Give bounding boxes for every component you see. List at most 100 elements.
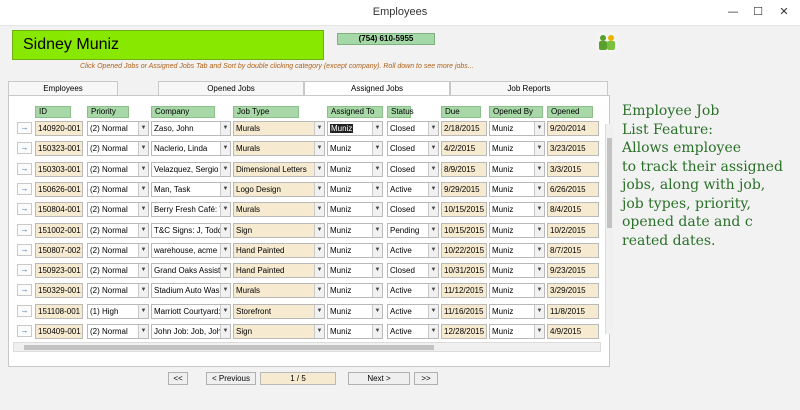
- chevron-down-icon[interactable]: ▼: [534, 203, 544, 217]
- chevron-down-icon[interactable]: ▼: [314, 162, 324, 176]
- cell-assigned-to[interactable]: Muniz ▼: [327, 141, 383, 157]
- column-header-company[interactable]: Company: [151, 106, 215, 118]
- chevron-down-icon[interactable]: ▼: [372, 304, 382, 318]
- cell-status[interactable]: Active ▼: [387, 181, 439, 197]
- chevron-down-icon[interactable]: ▼: [428, 223, 438, 237]
- table-row[interactable]: → 150323-001 (2) Normal ▼ Naclerio, Linda ▼ Mu…: [15, 139, 605, 159]
- cell-opened-by[interactable]: Muniz ▼: [489, 324, 545, 339]
- cell-priority[interactable]: (1) High ▼: [87, 303, 149, 319]
- chevron-down-icon[interactable]: ▼: [138, 223, 148, 237]
- chevron-down-icon[interactable]: ▼: [314, 203, 324, 217]
- row-selector-icon[interactable]: →: [17, 284, 32, 297]
- chevron-down-icon[interactable]: ▼: [220, 203, 230, 217]
- close-button[interactable]: ✕: [773, 3, 795, 21]
- cell-job-type[interactable]: Storefront ▼: [233, 303, 325, 319]
- horizontal-scrollbar[interactable]: [13, 342, 601, 352]
- chevron-down-icon[interactable]: ▼: [314, 304, 324, 318]
- chevron-down-icon[interactable]: ▼: [372, 223, 382, 237]
- chevron-down-icon[interactable]: ▼: [314, 243, 324, 257]
- cell-id[interactable]: 140920-001: [35, 121, 83, 136]
- table-row[interactable]: → 150923-001 (2) Normal ▼ Grand Oaks Assiste…: [15, 261, 605, 281]
- row-selector-icon[interactable]: →: [17, 182, 32, 195]
- cell-opened-by[interactable]: Muniz ▼: [489, 141, 545, 157]
- cell-opened-by[interactable]: Muniz ▼: [489, 161, 545, 177]
- column-header-priority[interactable]: Priority: [87, 106, 129, 118]
- cell-priority[interactable]: (2) Normal ▼: [87, 263, 149, 279]
- column-header-job-type[interactable]: Job Type: [233, 106, 299, 118]
- cell-priority[interactable]: (2) Normal ▼: [87, 324, 149, 339]
- cell-job-type[interactable]: Hand Painted ▼: [233, 242, 325, 258]
- chevron-down-icon[interactable]: ▼: [428, 122, 438, 135]
- cell-due[interactable]: 10/15/2015: [441, 202, 487, 218]
- cell-priority[interactable]: (2) Normal ▼: [87, 161, 149, 177]
- cell-company[interactable]: Naclerio, Linda ▼: [151, 141, 231, 157]
- cell-opened-by[interactable]: Muniz ▼: [489, 202, 545, 218]
- cell-opened[interactable]: 4/9/2015: [547, 324, 599, 339]
- cell-due[interactable]: 10/15/2015: [441, 222, 487, 238]
- chevron-down-icon[interactable]: ▼: [138, 203, 148, 217]
- cell-opened[interactable]: 6/26/2015: [547, 181, 599, 197]
- cell-status[interactable]: Closed ▼: [387, 141, 439, 157]
- chevron-down-icon[interactable]: ▼: [138, 284, 148, 298]
- chevron-down-icon[interactable]: ▼: [138, 142, 148, 156]
- row-selector-icon[interactable]: →: [17, 325, 32, 337]
- row-selector-icon[interactable]: →: [17, 304, 32, 317]
- chevron-down-icon[interactable]: ▼: [428, 162, 438, 176]
- cell-priority[interactable]: (2) Normal ▼: [87, 141, 149, 157]
- chevron-down-icon[interactable]: ▼: [314, 182, 324, 196]
- chevron-down-icon[interactable]: ▼: [428, 264, 438, 278]
- chevron-down-icon[interactable]: ▼: [314, 223, 324, 237]
- chevron-down-icon[interactable]: ▼: [428, 203, 438, 217]
- chevron-down-icon[interactable]: ▼: [314, 122, 324, 135]
- cell-id[interactable]: 150329-001: [35, 283, 83, 299]
- cell-company[interactable]: Velazquez, Sergio ▼: [151, 161, 231, 177]
- chevron-down-icon[interactable]: ▼: [372, 182, 382, 196]
- row-selector-icon[interactable]: →: [17, 223, 32, 236]
- cell-due[interactable]: 12/28/2015: [441, 324, 487, 339]
- chevron-down-icon[interactable]: ▼: [372, 284, 382, 298]
- chevron-down-icon[interactable]: ▼: [138, 304, 148, 318]
- chevron-down-icon[interactable]: ▼: [220, 182, 230, 196]
- cell-due[interactable]: 11/12/2015: [441, 283, 487, 299]
- cell-job-type[interactable]: Murals ▼: [233, 202, 325, 218]
- row-selector-icon[interactable]: →: [17, 203, 32, 216]
- cell-opened[interactable]: 9/20/2014: [547, 121, 599, 136]
- chevron-down-icon[interactable]: ▼: [372, 142, 382, 156]
- cell-priority[interactable]: (2) Normal ▼: [87, 283, 149, 299]
- horizontal-scroll-thumb[interactable]: [24, 345, 434, 350]
- cell-id[interactable]: 150323-001: [35, 141, 83, 157]
- chevron-down-icon[interactable]: ▼: [372, 243, 382, 257]
- cell-opened[interactable]: 8/4/2015: [547, 202, 599, 218]
- chevron-down-icon[interactable]: ▼: [428, 182, 438, 196]
- chevron-down-icon[interactable]: ▼: [220, 223, 230, 237]
- chevron-down-icon[interactable]: ▼: [220, 142, 230, 156]
- cell-assigned-to[interactable]: Muniz ▼: [327, 181, 383, 197]
- cell-opened-by[interactable]: Muniz ▼: [489, 283, 545, 299]
- chevron-down-icon[interactable]: ▼: [314, 264, 324, 278]
- chevron-down-icon[interactable]: ▼: [534, 142, 544, 156]
- cell-job-type[interactable]: Sign ▼: [233, 324, 325, 339]
- row-selector-icon[interactable]: →: [17, 142, 32, 155]
- maximize-button[interactable]: ☐: [747, 3, 769, 21]
- cell-company[interactable]: T&C Signs: J, Todd ▼: [151, 222, 231, 238]
- chevron-down-icon[interactable]: ▼: [428, 142, 438, 156]
- cell-assigned-to[interactable]: Muniz ▼: [327, 242, 383, 258]
- table-row[interactable]: → 150807-002 (2) Normal ▼ warehouse, acme ▼ Ha…: [15, 241, 605, 261]
- cell-status[interactable]: Closed ▼: [387, 161, 439, 177]
- column-header-id[interactable]: ID: [35, 106, 71, 118]
- first-page-button[interactable]: <<: [168, 372, 188, 385]
- chevron-down-icon[interactable]: ▼: [220, 325, 230, 338]
- chevron-down-icon[interactable]: ▼: [138, 243, 148, 257]
- chevron-down-icon[interactable]: ▼: [138, 162, 148, 176]
- cell-priority[interactable]: (2) Normal ▼: [87, 181, 149, 197]
- last-page-button[interactable]: >>: [414, 372, 438, 385]
- cell-id[interactable]: 150923-001: [35, 263, 83, 279]
- cell-priority[interactable]: (2) Normal ▼: [87, 222, 149, 238]
- vertical-scrollbar[interactable]: [605, 124, 613, 334]
- cell-id[interactable]: 151108-001: [35, 303, 83, 319]
- cell-assigned-to[interactable]: Muniz ▼: [327, 263, 383, 279]
- cell-assigned-to[interactable]: Muniz ▼: [327, 161, 383, 177]
- chevron-down-icon[interactable]: ▼: [534, 325, 544, 338]
- chevron-down-icon[interactable]: ▼: [428, 304, 438, 318]
- chevron-down-icon[interactable]: ▼: [220, 264, 230, 278]
